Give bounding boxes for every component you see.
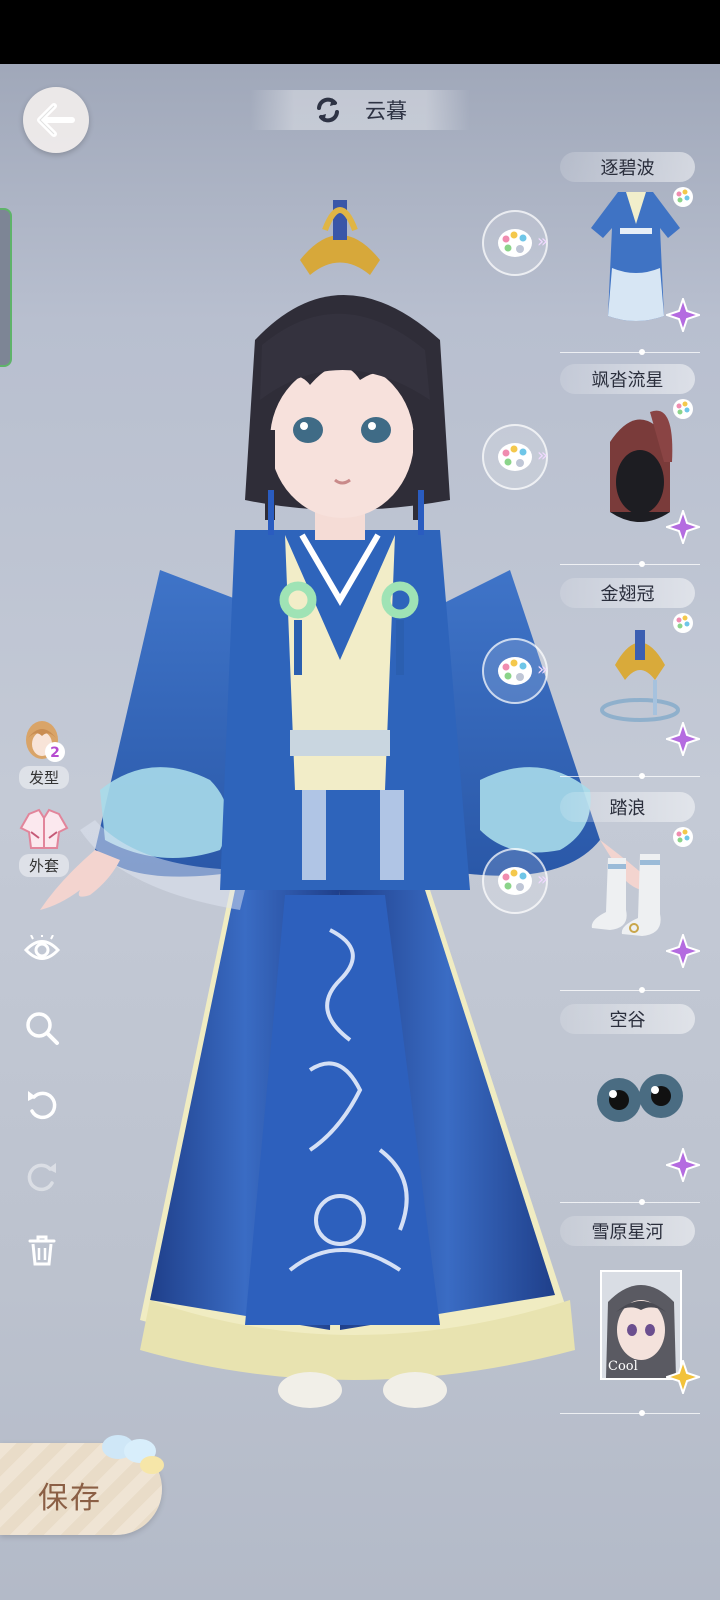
swap-icon[interactable]: [313, 95, 343, 125]
butterfly-decoration-icon: [102, 1435, 164, 1474]
visibility-eye-icon: [23, 935, 61, 960]
mini-palette-icon: [673, 827, 693, 847]
palette-icon: [498, 657, 532, 685]
slot-divider: [560, 1202, 700, 1203]
slot-dot: [639, 561, 645, 567]
redo-button[interactable]: [22, 1155, 62, 1195]
slot-divider: [560, 352, 700, 353]
slot-label-eyes: 空谷: [560, 1004, 695, 1034]
slot-dot: [639, 987, 645, 993]
mini-palette-icon: [673, 187, 693, 207]
visibility-eye-button[interactable]: [22, 930, 62, 970]
thumbnail-caption: Cool: [608, 1359, 638, 1374]
undo-button[interactable]: [22, 1083, 62, 1123]
save-label: 保存: [38, 1481, 102, 1516]
slot-dot: [639, 1199, 645, 1205]
slot-dot: [639, 1410, 645, 1416]
purple-star-icon: [666, 722, 700, 756]
slot-divider: [560, 990, 700, 991]
purple-star-icon: [666, 934, 700, 968]
purple-star-icon: [666, 510, 700, 544]
boots-item-image[interactable]: [590, 850, 680, 940]
coat-icon: [19, 808, 69, 849]
chevron-right-icon: »: [537, 231, 549, 252]
purple-star-icon: [666, 298, 700, 332]
hairstyle-badge: 2: [50, 745, 60, 761]
status-bar: [0, 0, 720, 64]
gold-star-icon: [666, 1360, 700, 1394]
slot-label-robe: 逐碧波: [560, 152, 695, 182]
slot-divider: [560, 1413, 700, 1414]
mini-palette-icon: [673, 613, 693, 633]
chevron-right-icon: »: [537, 445, 549, 466]
slot-label-boots: 踏浪: [560, 792, 695, 822]
palette-icon: [498, 229, 532, 257]
slot-label-face: 雪原星河: [560, 1216, 695, 1246]
chevron-right-icon: »: [537, 659, 549, 680]
chevron-right-icon: »: [537, 869, 549, 890]
mini-palette-icon: [673, 399, 693, 419]
slot-label-hair: 飒沓流星: [560, 364, 695, 394]
palette-icon: [498, 443, 532, 471]
zoom-icon: [26, 1012, 59, 1045]
back-button[interactable]: [23, 87, 89, 153]
hairstyle-tool[interactable]: 2 发型: [14, 716, 74, 789]
redo-icon: [27, 1163, 56, 1192]
palette-icon: [498, 867, 532, 895]
slot-label-crown: 金翅冠: [560, 578, 695, 608]
hairstyle-label: 发型: [18, 766, 69, 789]
trash-icon: [28, 1235, 56, 1266]
purple-star-icon: [666, 1148, 700, 1182]
slot-dot: [639, 773, 645, 779]
slot-divider: [560, 564, 700, 565]
save-button[interactable]: 保存: [0, 1435, 164, 1535]
coat-tool[interactable]: 外套: [14, 808, 74, 877]
zoom-button[interactable]: [22, 1008, 62, 1048]
hairstyle-icon: 2: [26, 721, 65, 762]
crown-item-image[interactable]: [595, 625, 685, 735]
eyes-item-image[interactable]: [595, 1068, 685, 1128]
slot-dot: [639, 349, 645, 355]
outfit-name: 云暮: [365, 99, 407, 123]
slot-divider: [560, 776, 700, 777]
back-arrow-icon: [37, 103, 75, 137]
coat-label: 外套: [18, 854, 69, 877]
delete-button[interactable]: [22, 1230, 62, 1270]
undo-icon: [28, 1091, 57, 1120]
side-drawer-handle[interactable]: [0, 208, 12, 367]
outfit-title-bar[interactable]: 云暮: [250, 90, 470, 130]
